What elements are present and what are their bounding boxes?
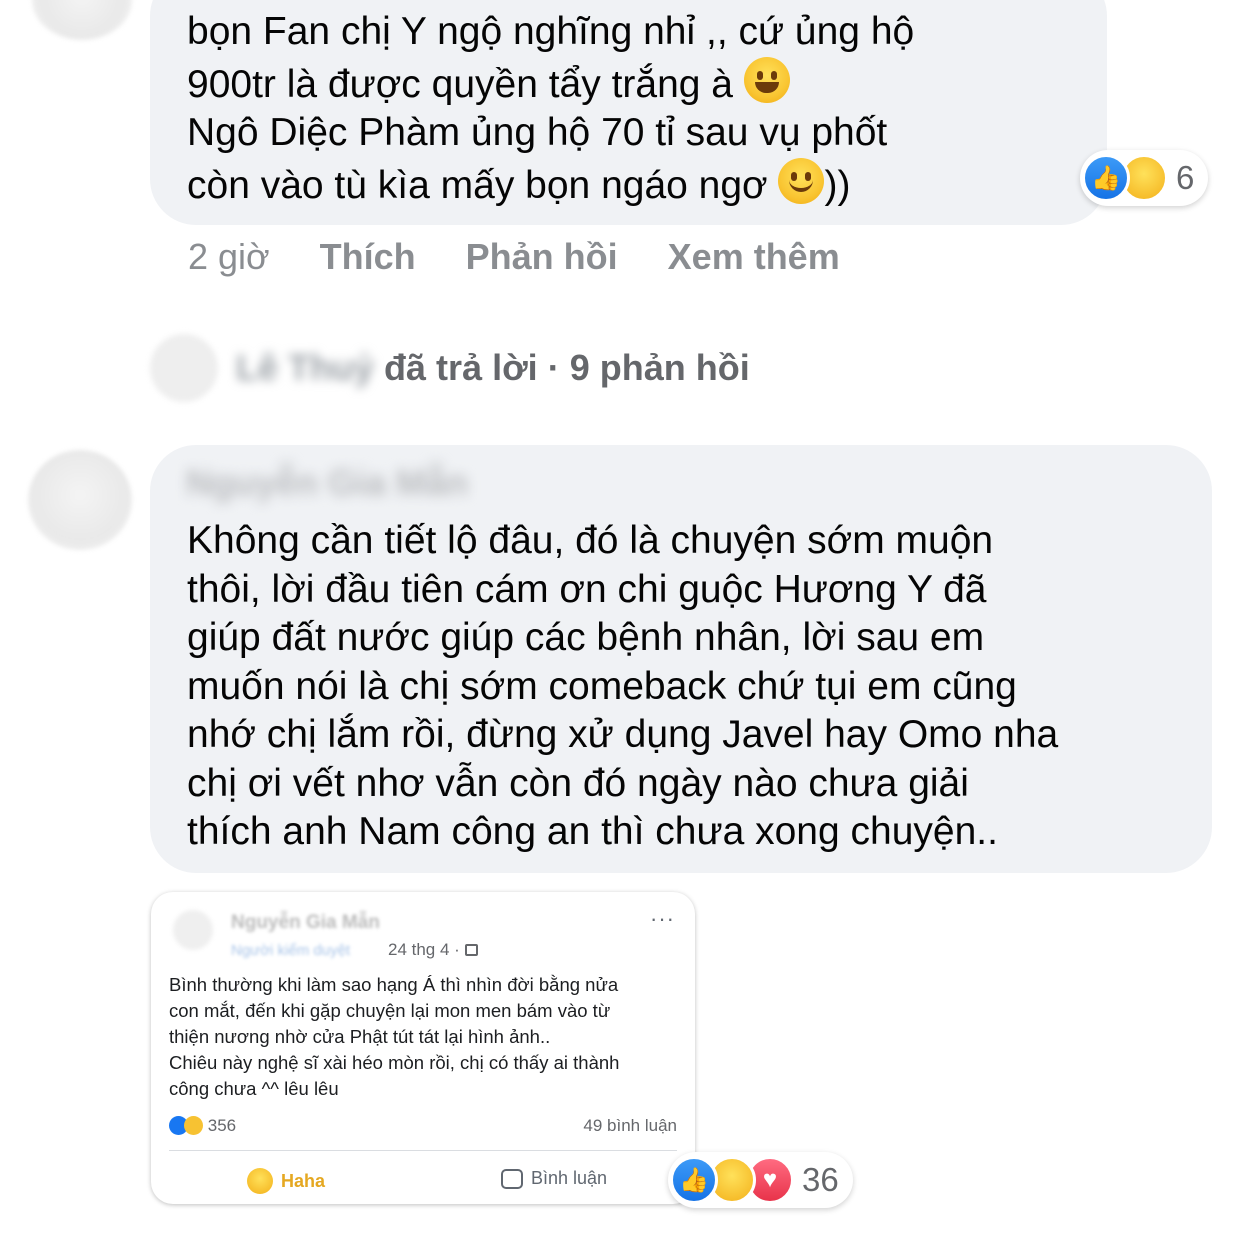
comment-text: bọn Fan chị Y ngộ nghĩng nhỉ ,, cứ ủng h… (187, 8, 914, 210)
comment-line: nhớ chị lắm rồi, đừng xử dụng Javel hay … (187, 713, 1059, 756)
comment-actions: 2 giờ Thích Phản hồi Xem thêm (188, 236, 840, 278)
reply-button[interactable]: Phản hồi (466, 236, 618, 278)
comment-line: bọn Fan chị Y ngộ nghĩng nhỉ ,, cứ ủng h… (187, 10, 915, 53)
post-reactions: 356 (169, 1116, 236, 1136)
comment-bubble: bọn Fan chị Y ngộ nghĩng nhỉ ,, cứ ủng h… (150, 0, 1107, 225)
commenter-avatar[interactable] (32, 0, 132, 40)
post-reaction-count: 356 (207, 1116, 237, 1135)
haha-icon (247, 1168, 273, 1194)
post-line: công chưa ^^ lêu lêu (169, 1078, 339, 1099)
post-line: Bình thường khi làm sao hạng Á thì nhìn … (169, 974, 619, 995)
post-stats: 356 49 bình luận (169, 1116, 677, 1136)
comment-timestamp[interactable]: 2 giờ (188, 236, 270, 278)
divider (169, 1150, 677, 1151)
post-line: thiện nương nhờ cửa Phật tút tát lại hìn… (169, 1026, 551, 1047)
haha-reaction-icon (184, 1116, 203, 1135)
comment-label: Bình luận (531, 1168, 608, 1188)
see-more-button[interactable]: Xem thêm (668, 236, 840, 278)
view-replies-link[interactable]: Lê Thuỷ đã trả lời · 9 phản hồi (150, 334, 750, 402)
like-button[interactable]: Thích (320, 236, 416, 278)
post-author-role: Người kiểm duyệt (231, 942, 351, 959)
reaction-count: 36 (802, 1161, 839, 1198)
haha-button: Haha (247, 1168, 325, 1194)
haha-label: Haha (281, 1170, 326, 1191)
post-comment-count: 49 bình luận (583, 1116, 677, 1135)
separator: · (547, 347, 560, 388)
replied-label: đã trả lời (384, 347, 538, 388)
like-reaction-icon: 👍 (1082, 154, 1130, 202)
group-icon (464, 944, 478, 956)
post-author-avatar (173, 910, 213, 950)
comment-line: chị ơi vết nhơ vẫn còn đó ngày nào chưa … (187, 761, 969, 805)
reaction-summary[interactable]: 👍 6 (1080, 150, 1209, 206)
comment-author[interactable]: Nguyễn Gia Mẫn (186, 462, 468, 504)
more-options-icon: ··· (650, 906, 675, 931)
comment-icon (501, 1168, 523, 1189)
post-date-text: 24 thg 4 · (388, 940, 465, 959)
post-body: Bình thường khi làm sao hạng Á thì nhìn … (169, 972, 679, 1102)
attached-screenshot[interactable]: Nguyễn Gia Mẫn Người kiểm duyệt 24 thg 4… (151, 892, 695, 1204)
comment-line: Ngô Diệc Phàm ủng hộ 70 tỉ sau vụ phốt (187, 111, 888, 154)
reply-summary-text: Lê Thuỷ đã trả lời · 9 phản hồi (236, 347, 750, 389)
replier-avatar (150, 334, 218, 402)
comment-line: Không cần tiết lộ đâu, đó là chuyện sớm … (187, 519, 994, 562)
reply-count: 9 phản hồi (569, 347, 750, 388)
post-line: Chiêu này nghệ sĩ xài héo mòn rồi, chị c… (169, 1052, 620, 1073)
comment-line: còn vào tù kìa mấy bọn ngáo ngơ )) (187, 157, 914, 211)
reaction-count: 6 (1176, 159, 1195, 196)
post-author-name: Nguyễn Gia Mẫn (231, 912, 380, 933)
comment-line: muốn nói là chị sớm comeback chứ tụi em … (187, 664, 1017, 708)
replier-name: Lê Thuỷ (236, 347, 375, 388)
post-line: con mắt, đến khi gặp chuyện lại mon men … (169, 1000, 611, 1021)
comment-line: giúp đất nước giúp các bệnh nhân, lời sa… (187, 616, 985, 659)
like-reaction-icon: 👍 (670, 1156, 718, 1204)
post-date: 24 thg 4 · (388, 940, 478, 960)
comment-line: thích anh Nam công an thì chưa xong chuy… (187, 810, 998, 853)
commenter-avatar[interactable] (28, 450, 132, 550)
comment-line: thôi, lời đầu tiên cám ơn chi guộc Hương… (187, 567, 987, 611)
comment-text: Không cần tiết lộ đâu, đó là chuyện sớm … (187, 517, 1058, 857)
reaction-summary[interactable]: 👍 ♥ 36 (668, 1152, 853, 1208)
grinning-face-icon (743, 56, 790, 103)
comment-button: Bình luận (501, 1168, 607, 1189)
smiling-face-icon (778, 157, 825, 204)
comment-line: 900tr là được quyền tẩy trắng à (187, 56, 914, 110)
